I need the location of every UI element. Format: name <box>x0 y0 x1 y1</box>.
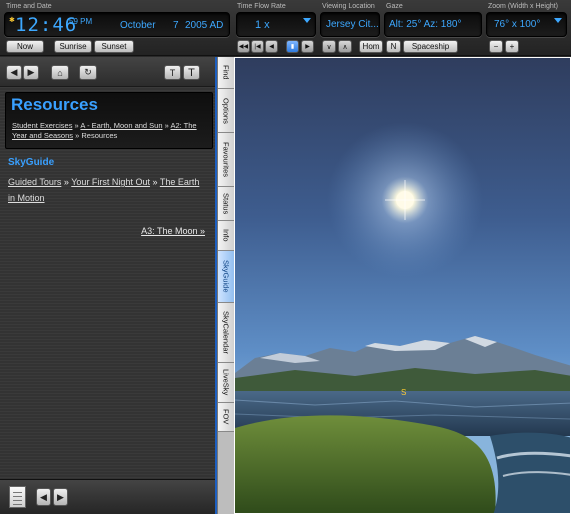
tab-options[interactable]: Options <box>218 89 234 133</box>
tab-skycalendar[interactable]: SkyCalendar <box>218 303 234 363</box>
month-display[interactable]: October <box>120 20 156 31</box>
document-icon[interactable] <box>9 486 26 508</box>
refresh-icon[interactable]: ↻ <box>79 65 97 80</box>
now-button[interactable]: Now <box>6 40 44 53</box>
compass-marker-south: S <box>401 388 407 397</box>
north-button[interactable]: N <box>386 40 401 53</box>
tab-fov[interactable]: FOV <box>218 403 234 432</box>
home-icon[interactable]: ⌂ <box>51 65 69 80</box>
sunset-button[interactable]: Sunset <box>94 40 134 53</box>
time-display[interactable]: 12:46 <box>15 14 77 36</box>
zoom-dropdown-icon[interactable] <box>554 18 562 23</box>
clock-indicator-icon: ✱ <box>9 17 15 24</box>
gaze-label: Gaze <box>386 3 403 10</box>
text-smaller-button[interactable]: T <box>164 65 181 80</box>
zoom-label: Zoom (Width x Height) <box>488 3 559 10</box>
breadcrumb-separator: » <box>75 131 80 140</box>
zoom-display[interactable]: 76° x 100° <box>486 12 567 37</box>
top-toolbar: Time and Date ✱ 12:46 59 PM October 7 20… <box>0 0 571 56</box>
next-lesson-link[interactable]: A3: The Moon » <box>141 226 205 236</box>
spaceship-button[interactable]: Spaceship <box>403 40 458 53</box>
viewing-location-label: Viewing Location <box>322 3 375 10</box>
time-flow-rate-label: Time Flow Rate <box>237 3 286 10</box>
tab-find[interactable]: Find <box>218 57 234 89</box>
path-first-night-out[interactable]: Your First Night Out <box>71 177 150 187</box>
location-down-icon[interactable]: ∨ <box>322 40 336 53</box>
breadcrumb-student-exercises[interactable]: Student Exercises <box>12 121 72 130</box>
time-flow-rate-display[interactable]: 1 x <box>236 12 316 37</box>
step-back-icon[interactable]: |◀ <box>251 40 264 53</box>
viewing-location-value: Jersey Cit... <box>326 19 379 30</box>
sunrise-button[interactable]: Sunrise <box>54 40 92 53</box>
sky-scene <box>235 122 570 513</box>
time-and-date-display[interactable]: ✱ 12:46 59 PM October 7 2005 AD <box>4 12 230 37</box>
year-display[interactable]: 2005 AD <box>185 20 223 31</box>
vertical-tab-bar: Find Options Favourites Status Info SkyG… <box>217 57 234 514</box>
tab-livesky[interactable]: LiveSky <box>218 363 234 403</box>
sky-view[interactable]: S <box>234 57 571 514</box>
reverse-fast-icon[interactable]: ◀◀ <box>237 40 250 53</box>
time-flow-dropdown-icon[interactable] <box>303 18 311 23</box>
skyguide-panel: ◀ ▶ ⌂ ↻ T T Resources Student Exercises … <box>0 57 217 514</box>
time-flow-rate-value: 1 x <box>255 19 270 31</box>
next-page-icon[interactable]: ▶ <box>53 488 68 506</box>
zoom-out-button[interactable]: − <box>489 40 503 53</box>
panel-nav-row: ◀ ▶ ⌂ ↻ T T <box>0 57 217 87</box>
pause-icon[interactable]: ▮ <box>286 40 299 53</box>
skyguide-heading: SkyGuide <box>8 157 55 168</box>
zoom-in-button[interactable]: + <box>505 40 519 53</box>
play-icon[interactable]: ▶ <box>301 40 314 53</box>
resources-header: Resources Student Exercises » A - Earth,… <box>5 92 213 149</box>
tab-status[interactable]: Status <box>218 187 234 221</box>
reverse-icon[interactable]: ◀ <box>265 40 278 53</box>
previous-page-icon[interactable]: ◀ <box>36 488 51 506</box>
time-and-date-label: Time and Date <box>6 3 52 10</box>
breadcrumb-separator: » <box>74 121 79 130</box>
path-separator: » <box>152 177 158 187</box>
tab-bar-filler <box>218 432 234 514</box>
resources-title: Resources <box>11 95 98 114</box>
path-guided-tours[interactable]: Guided Tours <box>8 177 61 187</box>
zoom-value: 76° x 100° <box>494 19 541 30</box>
viewing-location-display[interactable]: Jersey Cit... <box>320 12 380 37</box>
day-display[interactable]: 7 <box>173 20 179 31</box>
tab-favourites[interactable]: Favourites <box>218 133 234 187</box>
text-larger-button[interactable]: T <box>183 65 200 80</box>
breadcrumb-current: Resources <box>81 131 118 140</box>
forward-arrow-icon[interactable]: ▶ <box>23 65 39 80</box>
tab-skyguide[interactable]: SkyGuide <box>218 251 234 303</box>
breadcrumb: Student Exercises » A - Earth, Moon and … <box>12 121 208 141</box>
seconds-display[interactable]: 59 PM <box>69 17 92 26</box>
gaze-display[interactable]: Alt: 25° Az: 180° <box>384 12 482 37</box>
panel-bottom-bar: ◀ ▶ <box>0 479 217 514</box>
home-button[interactable]: Hom <box>359 40 383 53</box>
back-arrow-icon[interactable]: ◀ <box>6 65 22 80</box>
gaze-value: Alt: 25° Az: 180° <box>389 19 462 30</box>
location-up-icon[interactable]: ∧ <box>338 40 352 53</box>
path-separator: » <box>63 177 69 187</box>
tab-info[interactable]: Info <box>218 221 234 251</box>
breadcrumb-separator: » <box>164 121 169 130</box>
skyguide-path: Guided Tours » Your First Night Out » Th… <box>8 174 208 206</box>
breadcrumb-earth-moon-sun[interactable]: A - Earth, Moon and Sun <box>80 121 162 130</box>
